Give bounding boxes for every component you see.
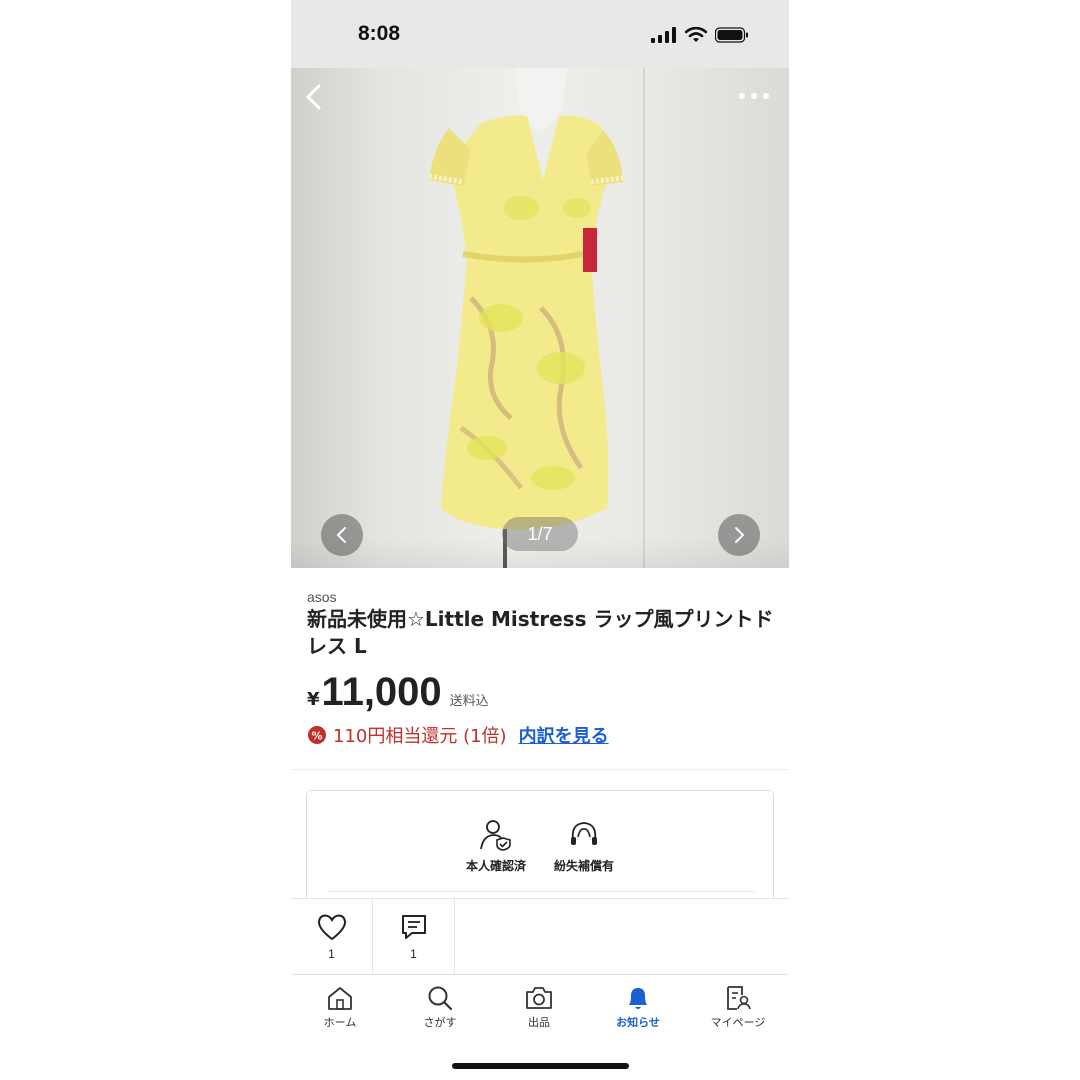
chevron-left-icon — [336, 527, 346, 543]
chevron-right-icon — [735, 527, 745, 543]
action-bar: 1 1 — [291, 898, 789, 975]
next-photo-button[interactable] — [718, 514, 760, 556]
tab-label: ホーム — [323, 1016, 357, 1029]
tab-notifications[interactable]: お知らせ — [598, 985, 678, 1030]
product-photo[interactable]: 1/7 — [291, 68, 789, 568]
tab-label: マイページ — [710, 1016, 766, 1029]
mypage-icon — [727, 986, 751, 1010]
status-time: 8:08 — [358, 22, 401, 45]
brand-name[interactable]: asos — [307, 589, 337, 605]
camera-icon — [526, 987, 552, 1009]
phone-screen: 8:08 1/7 asos 新品未使用☆Little Mistress ラップ風… — [291, 0, 789, 1080]
verified-user-icon — [480, 820, 511, 851]
svg-text:%: % — [311, 730, 322, 743]
comment-button[interactable]: 1 — [373, 899, 455, 975]
like-button[interactable]: 1 — [291, 899, 373, 975]
status-bar: 8:08 — [291, 0, 789, 68]
bell-icon — [629, 988, 647, 1009]
points-row: % 110円相当還元 (1倍) 内訳を見る — [307, 722, 609, 748]
previous-photo-button[interactable] — [321, 514, 363, 556]
tab-label: お知らせ — [616, 1016, 660, 1029]
comment-count: 1 — [410, 947, 417, 961]
tab-label: さがす — [423, 1016, 457, 1029]
item-title: 新品未使用☆Little Mistress ラップ風プリントドレス L — [307, 607, 774, 658]
tab-sell[interactable]: 出品 — [499, 985, 579, 1030]
support-headset-icon — [571, 822, 597, 845]
identity-verified-badge[interactable]: 本人確認済 — [451, 819, 541, 874]
search-icon — [428, 986, 453, 1011]
points-badge-icon: % — [308, 726, 326, 744]
currency-symbol: ¥ — [307, 689, 320, 710]
like-count: 1 — [328, 947, 335, 961]
tab-search[interactable]: さがす — [400, 985, 480, 1030]
battery-icon — [715, 27, 748, 43]
photo-counter: 1/7 — [502, 517, 578, 551]
back-arrow-icon[interactable] — [299, 82, 329, 112]
price-row: ¥ 11,000 送料込 — [307, 670, 489, 715]
wifi-icon — [685, 27, 707, 42]
tab-home[interactable]: ホーム — [300, 985, 380, 1030]
home-icon — [328, 987, 352, 1010]
shipping-note: 送料込 — [449, 694, 489, 709]
points-breakdown-link[interactable]: 内訳を見る — [519, 722, 609, 748]
more-options-icon[interactable] — [737, 86, 771, 106]
dress-image — [428, 68, 624, 568]
verified-label: 本人確認済 — [465, 859, 526, 873]
home-indicator — [452, 1063, 629, 1069]
compensation-label: 紛失補償有 — [553, 859, 614, 873]
loss-compensation-badge[interactable]: 紛失補償有 — [539, 819, 629, 874]
tab-label: 出品 — [528, 1016, 550, 1029]
signal-icon — [651, 27, 676, 43]
tab-mypage[interactable]: マイページ — [698, 985, 778, 1030]
bottom-tab-bar: ホーム さがす 出品 お知らせ マイページ — [291, 974, 789, 1044]
item-price: 11,000 — [321, 670, 442, 714]
divider — [291, 769, 789, 770]
points-text: 110円相当還元 (1倍) — [333, 726, 507, 747]
status-icons — [651, 27, 749, 43]
comment-icon — [401, 915, 426, 939]
heart-icon — [317, 914, 346, 941]
